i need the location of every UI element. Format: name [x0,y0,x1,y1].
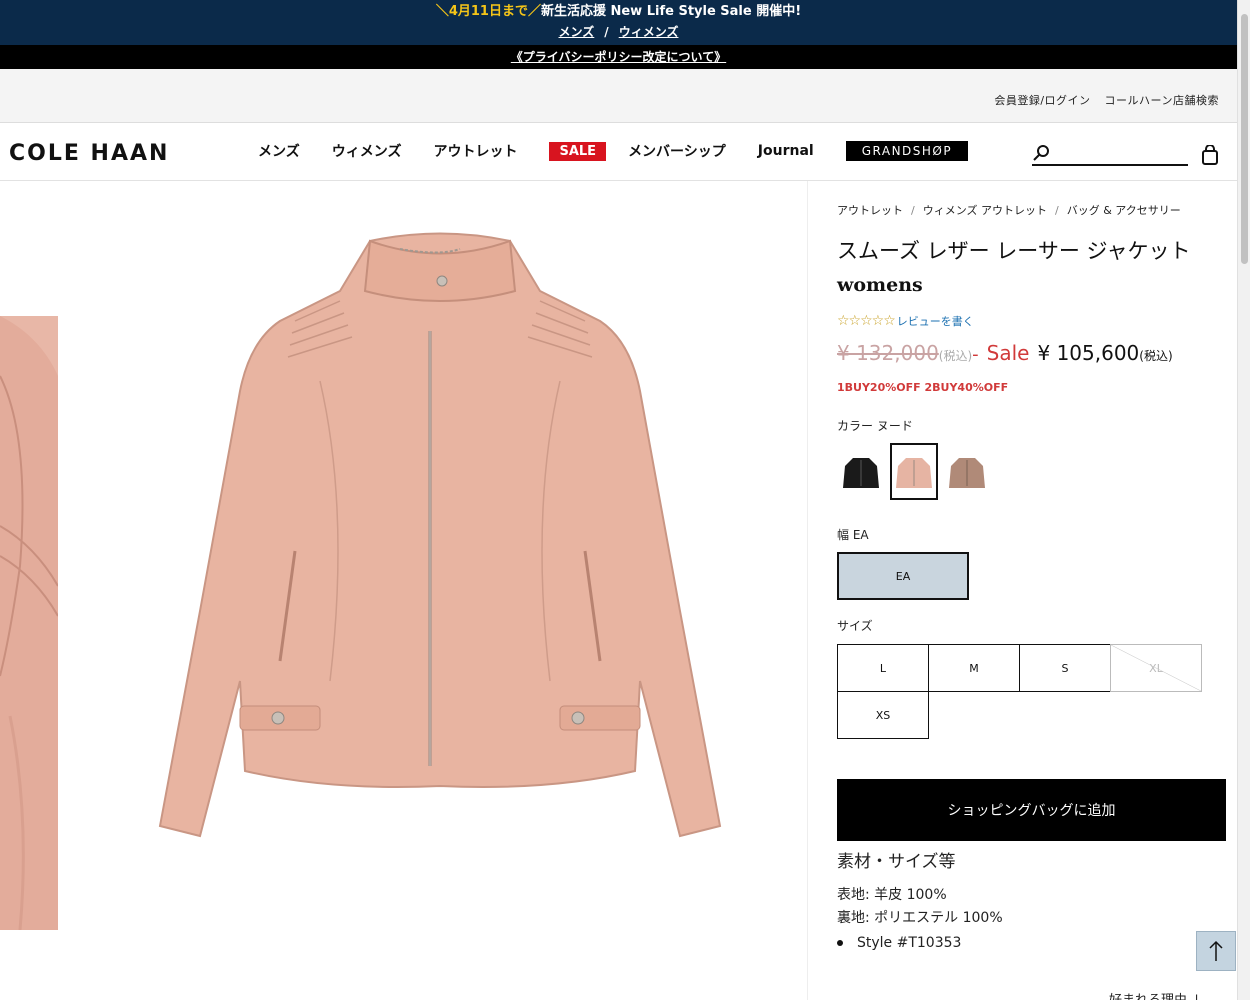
size-options: L M S XL XS [837,644,1205,739]
offer-text: 1BUY20%OFF 2BUY40%OFF [837,381,1009,394]
main-nav: メンズ ウィメンズ アウトレット SALE メンバーシップ Journal GR… [258,141,1000,161]
promo-links: メンズ / ウィメンズ [0,23,1237,41]
breadcrumb-outlet[interactable]: アウトレット [837,204,903,217]
shopping-bag-icon[interactable] [1201,145,1219,165]
size-option-xs[interactable]: XS [837,691,929,739]
sale-price-tax: (税込) [1139,349,1173,363]
color-swatches [837,443,996,500]
price-dash: - [972,344,979,365]
spec-style-number: Style #T10353 [837,935,961,951]
spec-lining-material: 裏地: ポリエステル 100% [837,910,1003,926]
nav-outlet[interactable]: アウトレット [433,141,517,161]
utility-bar: 会員登録/ログイン コールハーン店舗検索 [0,69,1237,123]
size-label: サイズ [837,619,873,633]
spec-outer-material: 表地: 羊皮 100% [837,887,947,903]
width-option-ea[interactable]: EA [837,552,969,600]
original-price-tax: (税込) [938,349,973,363]
size-option-xl: XL [1110,644,1202,692]
size-option-m[interactable]: M [928,644,1020,692]
write-review-link[interactable]: レビューを書く [897,313,974,329]
star-rating-icon: ☆☆☆☆☆ [837,313,896,329]
search-box [1032,142,1188,166]
breadcrumb-separator: / [1055,204,1059,217]
sale-label: Sale [986,341,1030,365]
rating: ☆☆☆☆☆ レビューを書く [837,313,974,329]
swatch-nude[interactable] [890,443,938,500]
nav-journal[interactable]: Journal [758,143,814,159]
product-gender: womens [837,274,923,296]
size-option-l[interactable]: L [837,644,929,692]
nav-membership[interactable]: メンバーシップ [628,141,726,161]
store-locator-link[interactable]: コールハーン店舗検索 [1105,94,1219,107]
style-number: Style #T10353 [857,935,962,951]
breadcrumb-separator: / [911,204,915,217]
nav-womens[interactable]: ウィメンズ [332,141,402,161]
breadcrumb-bags-accessories[interactable]: バッグ & アクセサリー [1067,204,1181,217]
width-label: 幅 EA [837,528,869,542]
color-label: カラー ヌード [837,419,913,433]
nav-mens[interactable]: メンズ [258,141,300,161]
back-to-top-button[interactable] [1196,931,1236,971]
product-gallery [0,181,807,1000]
promo-headline: ＼4月11日まで／新生活応援 New Life Style Sale 開催中! [0,0,1237,23]
size-option-s[interactable]: S [1019,644,1111,692]
swatch-black[interactable] [837,443,885,500]
brand-logo[interactable]: COLE HAAN [9,141,169,166]
search-input[interactable] [1054,142,1184,164]
privacy-policy-link[interactable]: 《プライバシーポリシー改定について》 [511,50,726,64]
promo-date: ＼4月11日まで／ [435,4,541,19]
why-loved-toggle[interactable]: 好まれる理由 ↓ [1109,989,1202,1000]
bullet-icon [837,940,843,946]
login-link[interactable]: 会員登録/ログイン [994,94,1090,107]
promo-link-mens[interactable]: メンズ [559,25,595,39]
price: ¥ 132,000 (税込) - Sale ¥ 105,600 (税込) [837,341,1173,365]
arrow-up-icon [1209,940,1223,961]
nav-sale[interactable]: SALE [549,141,607,161]
swatch-taupe[interactable] [943,443,991,500]
product-image-jacket [158,232,722,838]
promo-main-text: 新生活応援 New Life Style Sale 開催中! [540,4,802,19]
nav-grandshop[interactable]: GRANDSHØP [845,141,969,161]
promo-banner: ＼4月11日まで／新生活応援 New Life Style Sale 開催中! … [0,0,1237,45]
utility-links: 会員登録/ログイン コールハーン店舗検索 [984,92,1219,108]
promo-link-womens[interactable]: ウィメンズ [619,25,679,39]
gallery-divider [807,181,808,1000]
sale-price: ¥ 105,600 [1037,341,1140,365]
site-header: COLE HAAN メンズ ウィメンズ アウトレット SALE メンバーシップ … [0,123,1237,181]
add-to-bag-button[interactable]: ショッピングバッグに追加 [837,779,1226,841]
original-price: ¥ 132,000 [837,341,939,365]
privacy-banner: 《プライバシーポリシー改定について》 [0,45,1237,69]
promo-link-separator: / [604,25,609,39]
scrollbar-thumb[interactable] [1241,14,1248,264]
search-icon[interactable] [1032,144,1050,162]
previous-image-peek[interactable] [0,316,58,930]
breadcrumb-womens-outlet[interactable]: ウィメンズ アウトレット [923,204,1047,217]
page-scrollbar[interactable] [1237,0,1250,1000]
spec-title: 素材・サイズ等 [837,852,956,872]
product-title: スムーズ レザー レーサー ジャケット [837,239,1191,263]
breadcrumb: アウトレット / ウィメンズ アウトレット / バッグ & アクセサリー [837,202,1181,218]
